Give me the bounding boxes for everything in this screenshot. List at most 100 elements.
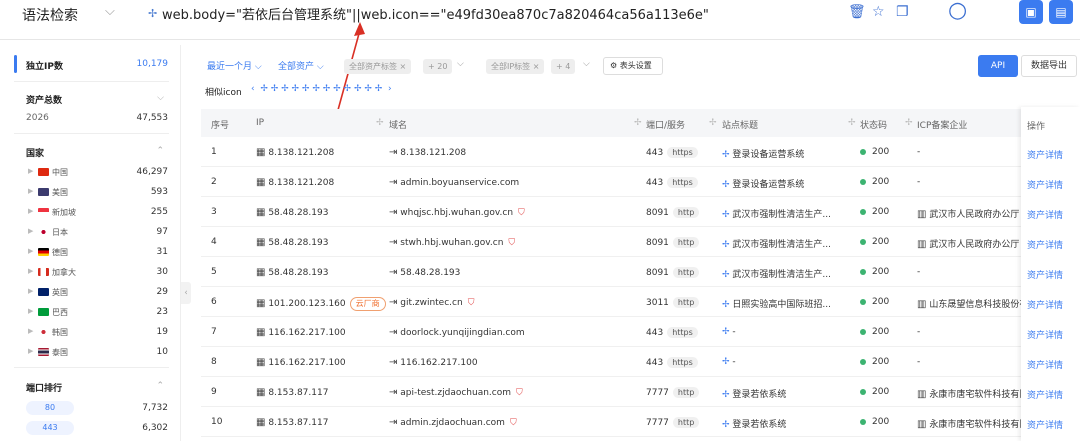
asset-detail-link[interactable]: 资产详情 — [1027, 148, 1063, 161]
domain-cell[interactable]: ⇥ 58.48.28.193 — [389, 267, 460, 278]
search-bar: 语法检索 ⌵ ✢ web.body="若依后台管理系统"||web.icon==… — [0, 0, 1080, 40]
port-pill[interactable]: 80 — [26, 401, 74, 415]
ip-cell[interactable]: ▦ 8.153.87.117 — [256, 387, 328, 398]
asset-detail-link[interactable]: 资产详情 — [1027, 298, 1063, 311]
search-query-input[interactable]: web.body="若依后台管理系统"||web.icon=="e49fd30e… — [162, 4, 709, 23]
domain-cell[interactable]: ⇥ doorlock.yunqijingdian.com — [389, 327, 525, 338]
asset-detail-link[interactable]: 资产详情 — [1027, 208, 1063, 221]
ip-cell[interactable]: ▦ 8.138.121.208 — [256, 177, 334, 188]
domain-cell[interactable]: ⇥ whqjsc.hbj.wuhan.gov.cn ⛉ — [389, 207, 528, 219]
collapse-sidebar-button[interactable]: ‹ — [181, 282, 191, 304]
export-button[interactable]: 数据导出 — [1021, 55, 1077, 77]
building-icon: ▥ — [917, 239, 927, 250]
port-pill[interactable]: 443 — [26, 421, 74, 435]
ip-cell[interactable]: ▦ 101.200.123.160 云厂商 — [256, 297, 386, 311]
domain-cell[interactable]: ⇥ 8.138.121.208 — [389, 147, 466, 158]
icp-cell: - — [917, 267, 921, 277]
port-cell[interactable]: 8091 http — [646, 237, 700, 248]
table-row[interactable]: 8 ▦ 116.162.217.100 ⇥ 116.162.217.100 443 ht… — [201, 347, 1080, 377]
port-cell[interactable]: 3011 http — [646, 297, 700, 308]
table-row[interactable]: 3 ▦ 58.48.28.193 ⇥ whqjsc.hbj.wuhan.gov.cn… — [201, 197, 1080, 227]
chevron-down-icon[interactable]: ⌵ — [157, 93, 164, 103]
country-label: 国家 — [26, 149, 45, 159]
table-row[interactable]: 1 ▦ 8.138.121.208 ⇥ 8.138.121.208 443 https ✢… — [201, 137, 1080, 167]
domain-cell[interactable]: ⇥ git.zwintec.cn ⛉ — [389, 297, 478, 309]
syntax-search-select[interactable]: 语法检索 — [22, 5, 78, 25]
icp-cell: ▥ 永康市唐宅软件科技有限 — [917, 419, 1029, 430]
chevron-up-icon[interactable]: ⌃ — [156, 381, 164, 391]
api-button[interactable]: API — [978, 55, 1018, 77]
domain-cell[interactable]: ⇥ api-test.zjdaochuan.com ⛉ — [389, 387, 526, 399]
table-row[interactable]: 4 ▦ 58.48.28.193 ⇥ stwh.hbj.wuhan.gov.cn ⛉ 8… — [201, 227, 1080, 257]
status-dot — [860, 208, 866, 215]
asset-detail-link[interactable]: 资产详情 — [1027, 268, 1063, 281]
icp-cell: ▥ 山东晟望信息科技股份有 — [917, 299, 1029, 310]
asset-tag-count[interactable]: + 20 — [423, 59, 453, 74]
ip-tag-count[interactable]: + 4 — [551, 59, 576, 74]
site-icon: ✢ — [722, 300, 730, 310]
asset-detail-link[interactable]: 资产详情 — [1027, 238, 1063, 251]
ip-cell[interactable]: ▦ 116.162.217.100 — [256, 357, 346, 368]
table-row[interactable]: 5 ▦ 58.48.28.193 ⇥ 58.48.28.193 8091 http ✢ 武… — [201, 257, 1080, 287]
chevron-down-icon[interactable]: ⌵ — [583, 59, 590, 69]
asset-detail-link[interactable]: 资产详情 — [1027, 358, 1063, 371]
table-row[interactable]: 10 ▦ 8.153.87.117 ⇥ admin.zjdaochuan.com ⛉ 7… — [201, 407, 1080, 437]
domain-cell[interactable]: ⇥ 116.162.217.100 — [389, 357, 478, 368]
domain-cell[interactable]: ⇥ admin.zjdaochuan.com ⛉ — [389, 417, 520, 429]
trash-icon[interactable]: 🗑 — [848, 4, 866, 20]
table-row[interactable]: 7 ▦ 116.162.217.100 ⇥ doorlock.yunqijingdi… — [201, 317, 1080, 347]
ip-cell[interactable]: ▦ 116.162.217.100 — [256, 327, 346, 338]
table-settings-button[interactable]: ⚙ 表头设置 — [603, 57, 663, 75]
copy-icon[interactable]: ❐ — [896, 4, 909, 20]
port-cell[interactable]: 7777 http — [646, 417, 700, 428]
asset-detail-link[interactable]: 资产详情 — [1027, 328, 1063, 341]
active-indicator — [14, 55, 17, 73]
table-row[interactable]: 9 ▦ 8.153.87.117 ⇥ api-test.zjdaochuan.com… — [201, 377, 1080, 407]
ip-cell[interactable]: ▦ 8.138.121.208 — [256, 147, 334, 158]
domain-cell[interactable]: ⇥ admin.boyuanservice.com — [389, 177, 519, 188]
table-row[interactable]: 2 ▦ 8.138.121.208 ⇥ admin.boyuanservice.co… — [201, 167, 1080, 197]
site-icon: ✢ — [722, 240, 730, 250]
table-row[interactable]: 6 ▦ 101.200.123.160 云厂商 ⇥ git.zwintec.cn ⛉ 30… — [201, 287, 1080, 317]
row-number: 10 — [211, 417, 223, 427]
ip-count-label: 独立IP数 — [26, 62, 63, 72]
ip-cell[interactable]: ▦ 58.48.28.193 — [256, 237, 328, 248]
service-badge: https — [667, 357, 698, 368]
time-filter[interactable]: 最近一个月 ⌵ — [207, 59, 262, 72]
asset-detail-link[interactable]: 资产详情 — [1027, 178, 1063, 191]
status-cell: 200 — [860, 297, 889, 307]
document-icon[interactable]: ▤ — [1049, 0, 1073, 24]
chevron-down-icon[interactable]: ⌵ — [105, 4, 115, 19]
asset-detail-link[interactable]: 资产详情 — [1027, 418, 1063, 431]
port-cell[interactable]: 443 https — [646, 147, 698, 158]
status-dot — [860, 148, 866, 155]
port-cell[interactable]: 443 https — [646, 177, 698, 188]
port-cell[interactable]: 8091 http — [646, 267, 700, 278]
search-icon[interactable]: ○ — [948, 0, 967, 23]
status-dot — [860, 178, 866, 185]
asset-detail-link[interactable]: 资产详情 — [1027, 388, 1063, 401]
asset-filter[interactable]: 全部资产 ⌵ — [278, 59, 324, 72]
asset-tag-filter[interactable]: 全部资产标签 × — [344, 59, 412, 74]
port-cell[interactable]: 443 https — [646, 357, 698, 368]
external-link-icon: ⇥ — [389, 297, 398, 308]
service-badge: http — [672, 417, 700, 428]
port-count: 7,732 — [142, 403, 168, 413]
query-icon: ✢ — [148, 7, 158, 20]
ip-cell[interactable]: ▦ 58.48.28.193 — [256, 267, 328, 278]
port-cell[interactable]: 7777 http — [646, 387, 700, 398]
status-cell: 200 — [860, 147, 889, 157]
chevron-down-icon[interactable]: ⌵ — [457, 59, 464, 69]
port-cell[interactable]: 8091 http — [646, 207, 700, 218]
domain-cell[interactable]: ⇥ stwh.hbj.wuhan.gov.cn ⛉ — [389, 237, 518, 249]
ip-cell[interactable]: ▦ 58.48.28.193 — [256, 207, 328, 218]
chevron-up-icon[interactable]: ⌃ — [156, 146, 164, 156]
ip-tag-filter[interactable]: 全部IP标签 × — [486, 59, 545, 74]
similar-icon-list[interactable]: ‹ ✢ ✢ ✢ ✢ ✢ ✢ ✢ ✢ ✢ ✢ ✢ ✢ › — [251, 84, 392, 94]
ip-cell[interactable]: ▦ 8.153.87.117 — [256, 417, 328, 428]
shield-icon: ⛉ — [509, 418, 517, 428]
star-icon[interactable]: ☆ — [872, 4, 885, 20]
title-cell: ✢ 日照实验高中国际班招... — [722, 300, 832, 310]
port-cell[interactable]: 443 https — [646, 327, 698, 338]
user-card-icon[interactable]: ▣ — [1019, 0, 1043, 24]
